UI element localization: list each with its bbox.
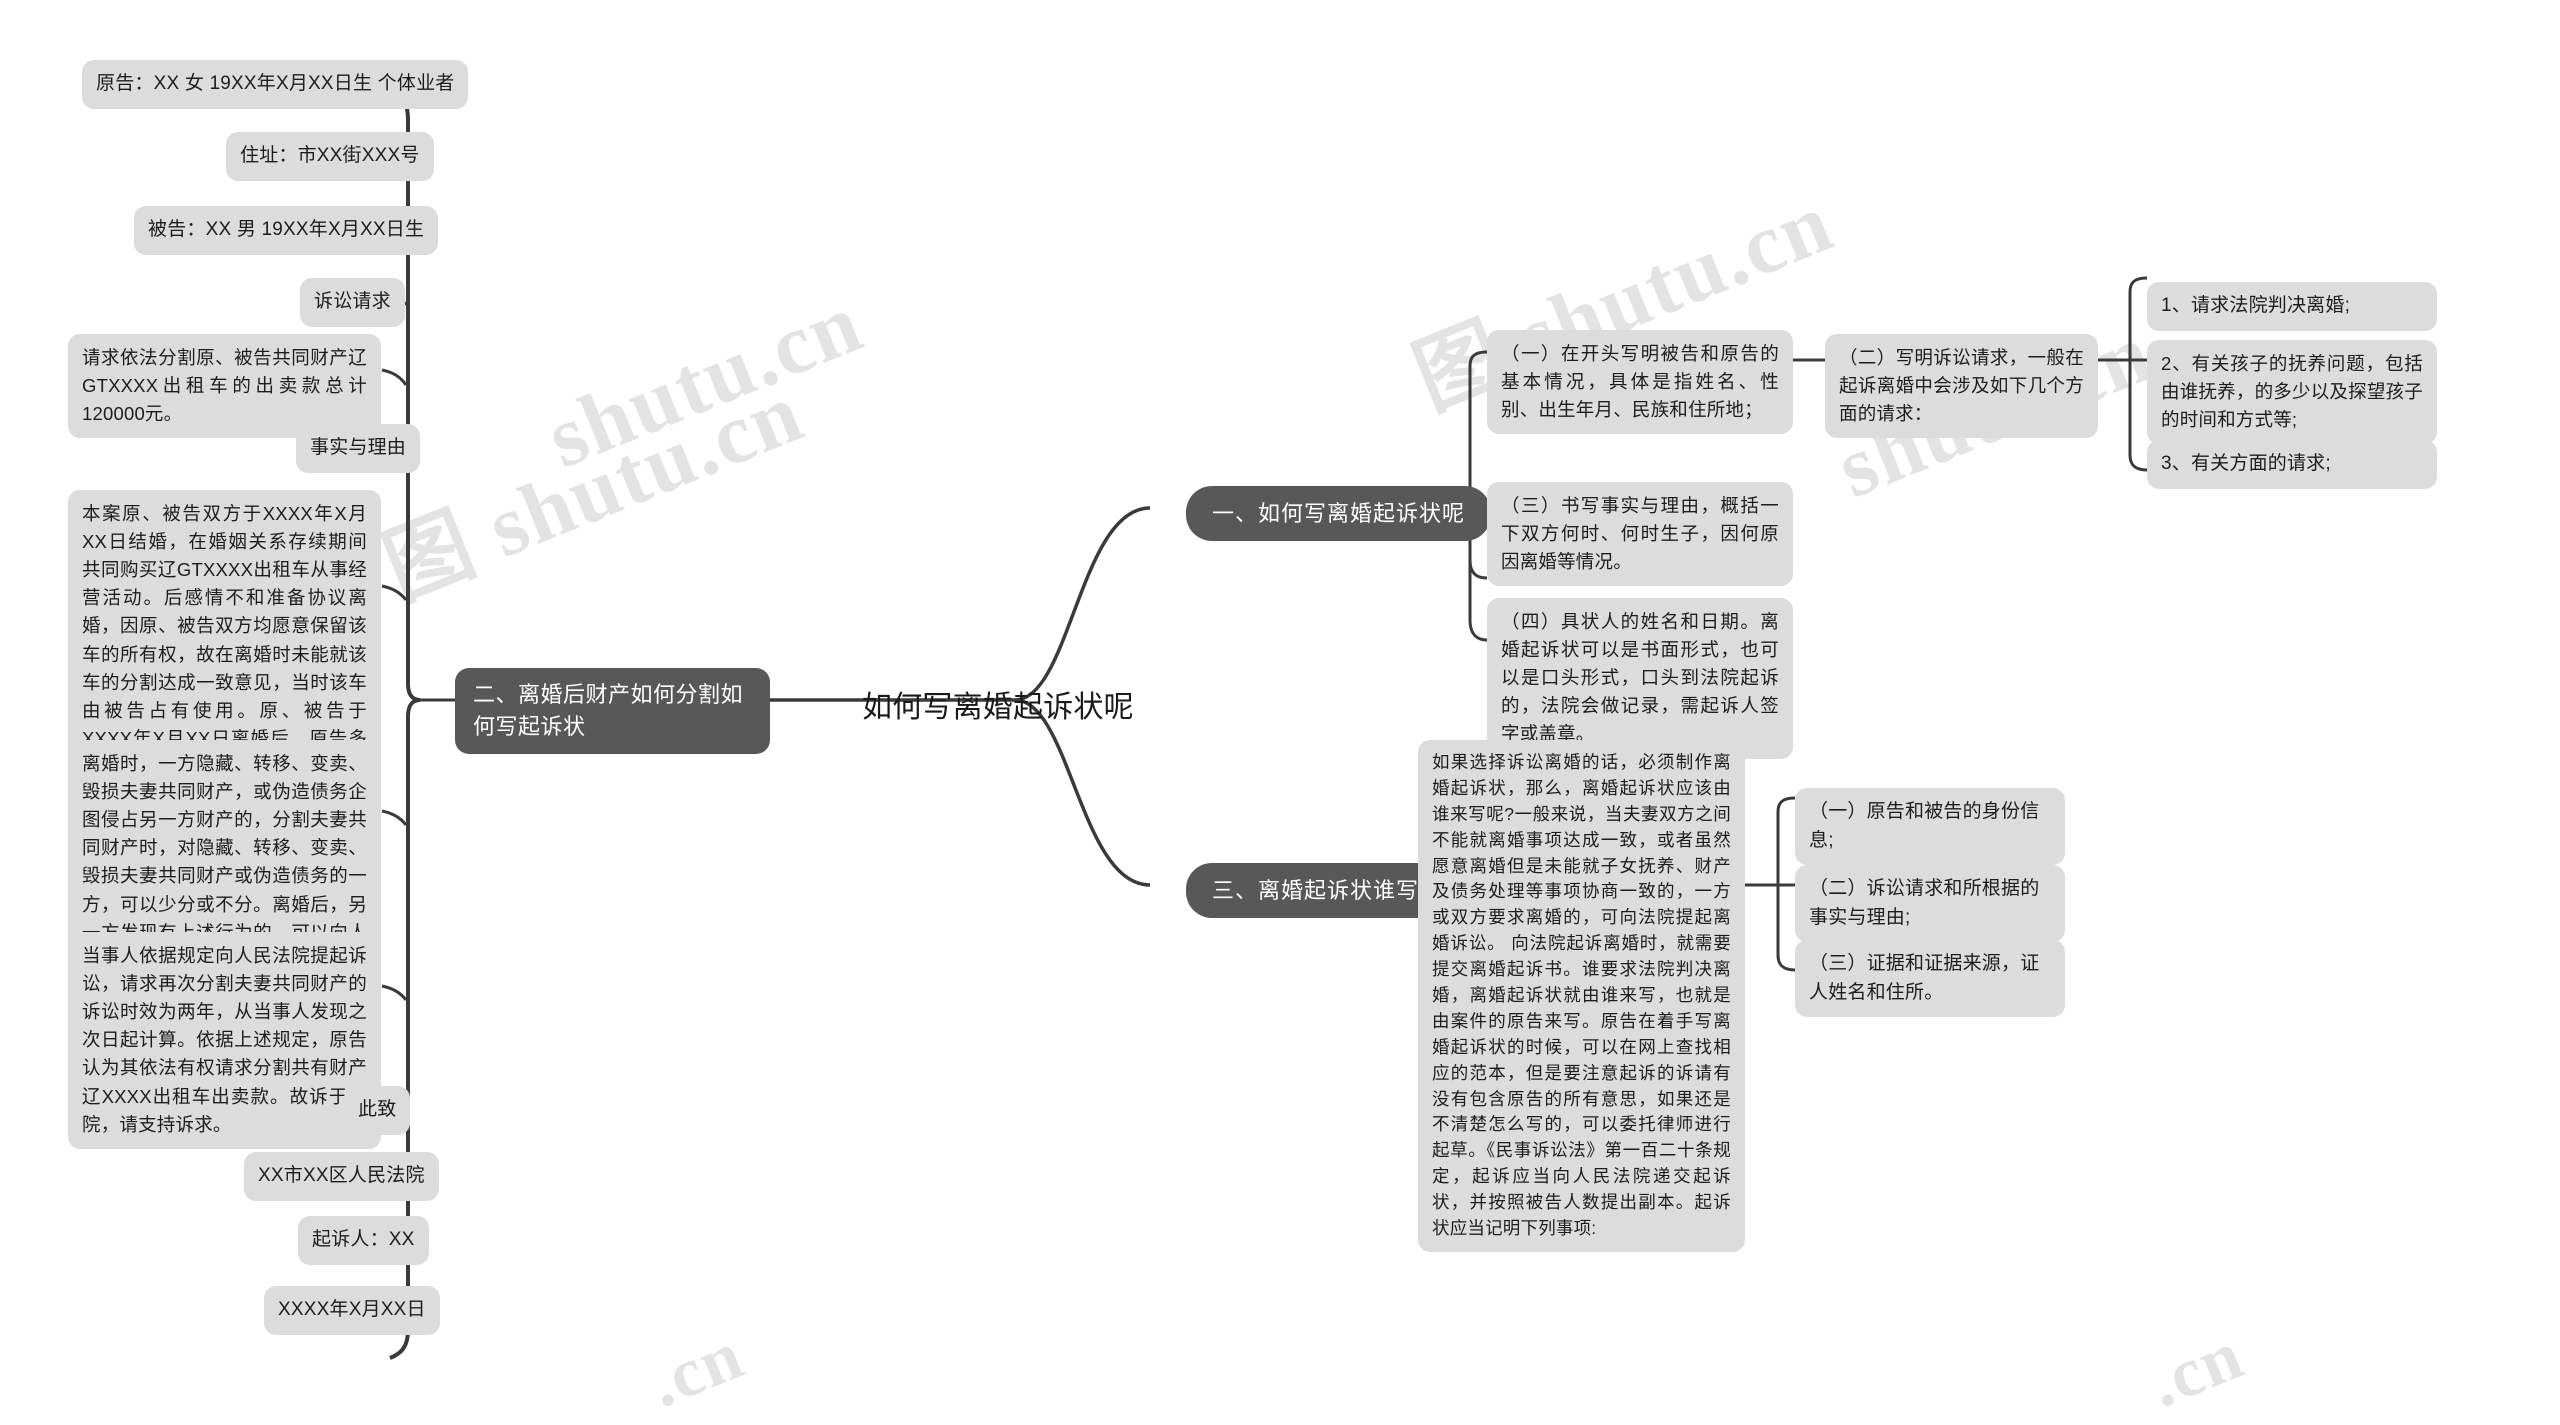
node-b2-c3[interactable]: 被告：XX 男 19XX年X月XX日生 — [134, 206, 439, 255]
node-b2-c9[interactable]: 当事人依据规定向人民法院提起诉讼，请求再次分割夫妻共同财产的诉讼时效为两年，从当… — [68, 932, 381, 1149]
node-b1-c2-2[interactable]: 2、有关孩子的抚养问题，包括由谁抚养，的多少以及探望孩子的时间和方式等; — [2147, 340, 2437, 445]
node-b1-c2[interactable]: （二）写明诉讼请求，一般在起诉离婚中会涉及如下几个方面的请求： — [1825, 334, 2098, 439]
branch-label-1[interactable]: 一、如何写离婚起诉状呢 — [1186, 486, 1492, 541]
mindmap-canvas[interactable]: 图 shutu.cn shutu.cn shutu.cn 图 shutu.cn … — [0, 0, 2560, 1423]
node-b1-c2-3[interactable]: 3、有关方面的请求; — [2147, 440, 2437, 489]
node-b3-c1-3[interactable]: （三）证据和证据来源，证人姓名和住所。 — [1795, 940, 2065, 1017]
node-b1-c4[interactable]: （四）具状人的姓名和日期。离婚起诉状可以是书面形式，也可以是口头形式，口头到法院… — [1487, 598, 1793, 759]
branch-label-2[interactable]: 二、离婚后财产如何分割如何写起诉状 — [455, 668, 770, 754]
node-b1-c3[interactable]: （三）书写事实与理由，概括一下双方何时、何时生子，因何原因离婚等情况。 — [1487, 482, 1793, 587]
node-b2-c11[interactable]: XX市XX区人民法院 — [244, 1152, 439, 1201]
node-b2-c1[interactable]: 原告：XX 女 19XX年X月XX日生 个体业者 — [82, 60, 469, 109]
node-b2-c4[interactable]: 诉讼请求 — [300, 278, 405, 327]
center-topic[interactable]: 如何写离婚起诉状呢 — [862, 685, 1134, 730]
node-b3-c1-1[interactable]: （一）原告和被告的身份信息; — [1795, 788, 2065, 865]
node-b2-c2[interactable]: 住址：市XX街XXX号 — [226, 132, 434, 181]
watermark: .cn — [638, 1316, 755, 1423]
node-b1-c2-1[interactable]: 1、请求法院判决离婚; — [2147, 282, 2437, 331]
node-b2-c12[interactable]: 起诉人：XX — [298, 1216, 429, 1265]
node-b1-c1[interactable]: （一）在开头写明被告和原告的基本情况，具体是指姓名、性别、出生年月、民族和住所地… — [1487, 330, 1793, 435]
watermark: .cn — [2138, 1316, 2255, 1423]
node-b2-c5[interactable]: 请求依法分割原、被告共同财产辽GTXXXX出租车的出卖款总计120000元。 — [68, 334, 381, 439]
branch-label-3[interactable]: 三、离婚起诉状谁写 — [1186, 863, 1446, 918]
node-b3-c1[interactable]: 如果选择诉讼离婚的话，必须制作离婚起诉状，那么，离婚起诉状应该由谁来写呢?一般来… — [1418, 740, 1745, 1252]
node-b2-c10[interactable]: 此致 — [344, 1086, 411, 1135]
node-b2-c13[interactable]: XXXX年X月XX日 — [264, 1286, 440, 1335]
node-b3-c1-2[interactable]: （二）诉讼请求和所根据的事实与理由; — [1795, 865, 2065, 942]
node-b2-c6[interactable]: 事实与理由 — [296, 424, 421, 473]
